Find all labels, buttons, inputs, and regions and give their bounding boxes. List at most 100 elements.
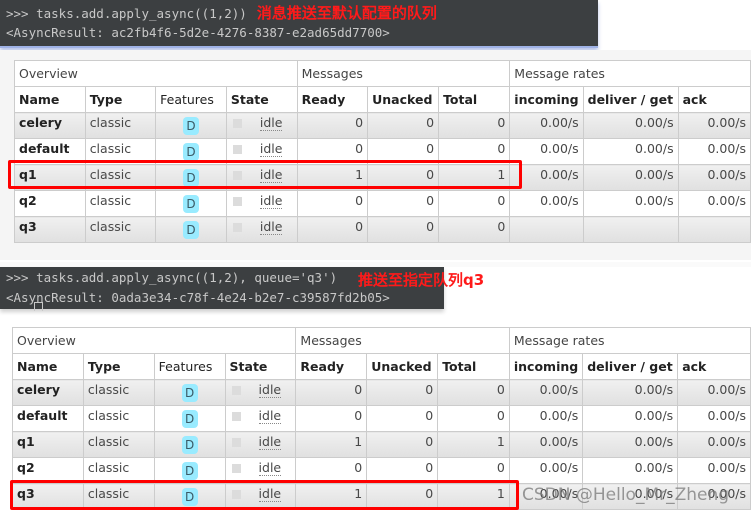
cell-incoming: 0.00/s	[508, 379, 584, 406]
col-incoming[interactable]: incoming	[508, 353, 584, 380]
col-features[interactable]: Features	[155, 86, 227, 113]
cell-deliver: 0.00/s	[582, 457, 679, 484]
cell-type: classic	[84, 190, 157, 217]
cell-unacked: 0	[366, 457, 439, 484]
group-message-rates: Message rates	[509, 60, 751, 87]
cell-unacked: 0	[367, 190, 440, 217]
cell-unacked: 0	[366, 431, 439, 458]
col-ready[interactable]: Ready	[295, 353, 368, 380]
queue-name-link[interactable]: q2	[17, 460, 35, 475]
queue-name-link[interactable]: q1	[17, 434, 35, 449]
col-ack[interactable]: ack	[677, 353, 751, 380]
state-indicator-icon	[231, 412, 241, 421]
state-label: idle	[258, 408, 282, 424]
queue-row-default: default classic Didle 0 0 0 0.00/s 0.00/s 0.00/s	[14, 138, 751, 165]
durable-badge: D	[183, 117, 199, 135]
queue-name-link[interactable]: celery	[19, 115, 62, 130]
col-incoming[interactable]: incoming	[509, 86, 584, 113]
durable-badge: D	[183, 195, 199, 213]
cell-unacked: 0	[367, 138, 440, 165]
group-messages: Messages	[296, 60, 511, 87]
queue-name-link[interactable]: celery	[17, 382, 60, 397]
state-indicator-icon	[232, 197, 242, 206]
queue-name-link[interactable]: q3	[17, 486, 35, 501]
cell-total: 0	[438, 138, 511, 165]
cell-unacked: 0	[366, 379, 439, 406]
durable-badge: D	[181, 488, 198, 506]
cell-incoming: 0.00/s	[508, 457, 584, 484]
group-message-rates: Message rates	[508, 327, 751, 354]
queue-row-celery: celery classic Didle 0 0 0 0.00/s 0.00/s 0.00/s	[14, 112, 751, 139]
queue-name-link[interactable]: default	[19, 141, 69, 156]
cell-total: 1	[438, 164, 511, 191]
col-ack[interactable]: ack	[677, 86, 751, 113]
cell-incoming	[509, 216, 584, 243]
col-type[interactable]: Type	[82, 353, 155, 380]
queue-name-link[interactable]: q3	[19, 219, 37, 234]
cell-total: 0	[438, 190, 511, 217]
watermark: CSDN @Hello_Mr_Zheng	[522, 485, 730, 505]
cell-deliver	[582, 216, 679, 243]
cell-type: classic	[84, 164, 157, 191]
cell-ack: 0.00/s	[677, 164, 751, 191]
cell-ack: 0.00/s	[677, 405, 751, 432]
queue-row-q3: q3 classic Didle 0 0 0	[14, 216, 751, 243]
state-label: idle	[258, 382, 282, 398]
cell-ready: 1	[295, 431, 368, 458]
col-deliver-get[interactable]: deliver / get	[582, 353, 679, 380]
cell-ack: 0.00/s	[677, 112, 751, 139]
state-indicator-icon	[232, 145, 242, 154]
cell-ack: 0.00/s	[677, 457, 751, 484]
queue-name-link[interactable]: q2	[19, 193, 37, 208]
cell-ack: 0.00/s	[677, 379, 751, 406]
cell-unacked: 0	[367, 216, 440, 243]
queue-row-q2: q2 classic Didle 0 0 0 0.00/s 0.00/s 0.00/s	[14, 190, 751, 217]
cell-ack: 0.00/s	[677, 190, 751, 217]
queue-name-link[interactable]: q1	[19, 167, 37, 182]
cell-ready: 0	[296, 216, 369, 243]
state-indicator-icon	[232, 223, 242, 232]
cell-total: 0	[437, 457, 510, 484]
cell-incoming: 0.00/s	[509, 190, 584, 217]
annotation-label: 推送至指定队列q3	[358, 271, 485, 289]
cell-type: classic	[82, 457, 155, 484]
terminal-result: <AsyncResult: ac2fb4f6-5d2e-4276-8387-e2…	[6, 25, 390, 40]
col-unacked[interactable]: Unacked	[367, 86, 440, 113]
terminal-output-1: >>> tasks.add.apply_async((1,2)) 消息推送至默认配…	[0, 0, 598, 48]
col-state[interactable]: State	[224, 353, 297, 380]
cell-unacked: 0	[367, 164, 440, 191]
col-ready[interactable]: Ready	[296, 86, 369, 113]
cell-ready: 0	[296, 138, 369, 165]
durable-badge: D	[183, 169, 199, 187]
state-indicator-icon	[231, 464, 241, 473]
durable-badge: D	[181, 436, 198, 454]
cell-unacked: 0	[366, 405, 439, 432]
col-name[interactable]: Name	[14, 86, 86, 113]
terminal-result: <AsyncResult: 0ada3e34-c78f-4e24-b2e7-c3…	[6, 290, 390, 305]
state-indicator-icon	[231, 490, 241, 499]
col-features[interactable]: Features	[153, 353, 226, 380]
queue-row-q1: q1 classic Didle 1 0 1 0.00/s 0.00/s 0.00/s	[12, 431, 751, 458]
col-type[interactable]: Type	[84, 86, 157, 113]
cell-deliver: 0.00/s	[582, 112, 679, 139]
group-messages: Messages	[295, 327, 510, 354]
state-label: idle	[259, 219, 283, 235]
cell-incoming: 0.00/s	[509, 112, 584, 139]
cell-unacked: 0	[367, 112, 440, 139]
col-total[interactable]: Total	[438, 86, 511, 113]
col-state[interactable]: State	[225, 86, 298, 113]
annotation-label: 消息推送至默认配置的队列	[256, 4, 437, 22]
cell-ready: 0	[295, 379, 368, 406]
state-indicator-icon	[232, 119, 242, 128]
col-total[interactable]: Total	[437, 353, 510, 380]
cell-deliver: 0.00/s	[582, 379, 679, 406]
col-deliver-get[interactable]: deliver / get	[582, 86, 679, 113]
cell-type: classic	[82, 483, 155, 510]
cell-incoming: 0.00/s	[509, 138, 584, 165]
durable-badge: D	[183, 143, 199, 161]
queue-name-link[interactable]: default	[17, 408, 67, 423]
col-name[interactable]: Name	[12, 353, 84, 380]
cell-total: 0	[438, 112, 511, 139]
col-unacked[interactable]: Unacked	[366, 353, 439, 380]
cell-deliver: 0.00/s	[582, 431, 679, 458]
